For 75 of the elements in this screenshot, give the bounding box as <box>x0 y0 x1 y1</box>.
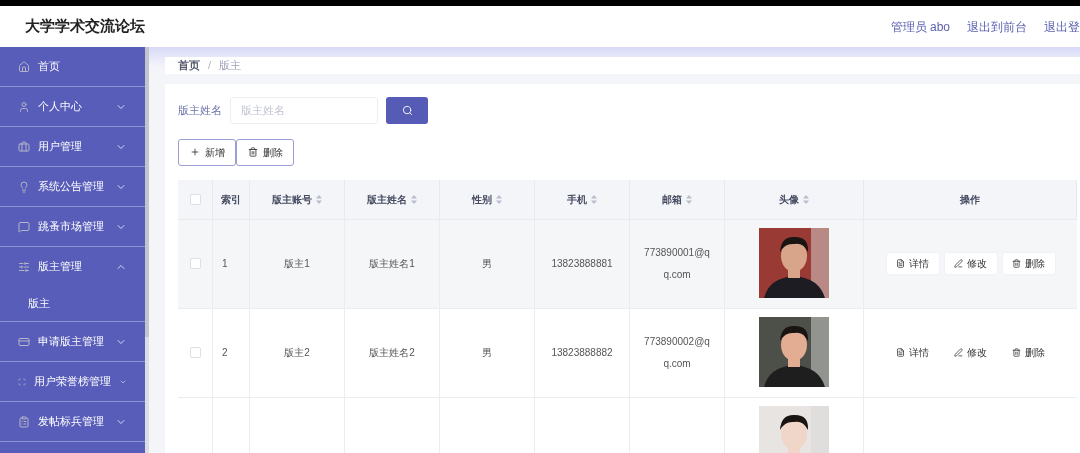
lightbulb-icon <box>18 180 30 193</box>
pen-icon <box>954 259 963 268</box>
sort-icon <box>411 194 417 204</box>
card-icon <box>18 335 30 348</box>
plus-icon <box>189 147 200 157</box>
table-cell-text: 版主姓名1 <box>369 256 415 271</box>
details-button[interactable]: 详情 <box>886 342 939 363</box>
sidebar-item[interactable]: 个人中心 <box>0 87 145 126</box>
checkbox[interactable] <box>189 193 201 205</box>
clipboard-icon <box>18 415 30 428</box>
column-header[interactable]: 性别 <box>472 191 502 207</box>
edit-button[interactable]: 修改 <box>944 342 997 363</box>
trash-icon <box>247 147 258 157</box>
column-header[interactable]: 头像 <box>779 191 809 207</box>
sidebar-item[interactable]: 系统公告管理 <box>0 167 145 206</box>
pen-icon <box>954 348 963 357</box>
sidebar-item[interactable]: 跳蚤市场管理 <box>0 207 145 246</box>
column-header[interactable]: 版主姓名 <box>367 191 417 207</box>
table-cell-text: 13823888881 <box>551 256 613 271</box>
user-icon <box>18 100 30 113</box>
table-cell-text: 版主姓名2 <box>369 345 415 360</box>
table-cell-text: 男 <box>482 256 492 271</box>
submenu-item[interactable]: 版主 <box>0 286 145 321</box>
header-link[interactable]: 管理员 abo <box>890 17 950 36</box>
home-icon <box>18 60 30 73</box>
column-header: 索引 <box>221 192 241 207</box>
delete-button[interactable]: 删除 <box>1002 253 1055 274</box>
sidebar-item[interactable]: 用户管理 <box>0 127 145 166</box>
document-icon <box>896 348 905 357</box>
header-link[interactable]: 退出到前台 <box>967 17 1027 36</box>
breadcrumb-item: 版主 <box>219 58 242 73</box>
details-button[interactable]: 详情 <box>886 253 939 274</box>
search-icon <box>401 104 413 116</box>
table-cell-text: 男 <box>482 345 492 360</box>
table-cell-text: 1 <box>222 256 228 271</box>
field-label: 版主姓名 <box>178 102 222 118</box>
sort-icon <box>591 194 597 204</box>
edit-button[interactable]: 修改 <box>944 253 997 274</box>
sort-icon <box>686 194 692 204</box>
sidebar-item[interactable]: 申请版主管理 <box>0 322 145 361</box>
delete-button[interactable]: 删除 <box>236 138 294 166</box>
sidebar-item[interactable]: 首页 <box>0 47 145 86</box>
chat-icon <box>18 220 30 233</box>
table-cell-text: 13823888882 <box>551 345 613 360</box>
sort-icon <box>496 194 502 204</box>
table-cell-text: 2 <box>222 345 228 360</box>
column-header[interactable]: 邮箱 <box>662 191 692 207</box>
sidebar-item[interactable]: 版主管理 <box>0 247 145 286</box>
site-title: 大学学术交流论坛 <box>25 16 145 37</box>
frame-icon <box>18 375 26 388</box>
search-field[interactable]: 版主姓名 <box>230 96 378 124</box>
checkbox[interactable] <box>189 347 201 358</box>
column-header[interactable]: 手机 <box>567 191 597 207</box>
document-icon <box>896 259 905 268</box>
header-link[interactable]: 退出登 <box>1044 17 1080 36</box>
sort-icon <box>316 194 322 204</box>
delete-button[interactable]: 删除 <box>1002 342 1055 363</box>
column-header[interactable]: 版主账号 <box>272 191 322 207</box>
sliders-icon <box>18 260 30 273</box>
breadcrumb-separator: / <box>208 58 212 73</box>
checkbox[interactable] <box>189 258 201 269</box>
search-button[interactable] <box>386 96 428 124</box>
table-cell-text: 版主2 <box>284 345 310 360</box>
table-cell-text: 773890002@qq.com <box>643 334 711 371</box>
sidebar-item[interactable]: 用户荣誉榜管理 <box>0 362 145 401</box>
sidebar-item[interactable]: 发帖标兵管理 <box>0 402 145 441</box>
briefcase-icon <box>18 140 30 153</box>
trash-icon <box>1012 348 1021 357</box>
trash-icon <box>1012 259 1021 268</box>
breadcrumb-item[interactable]: 首页 <box>178 57 200 74</box>
column-header: 操作 <box>960 192 980 207</box>
sort-icon <box>803 194 809 204</box>
table-cell-text: 773890001@qq.com <box>643 245 711 282</box>
add-button[interactable]: 新增 <box>178 138 236 166</box>
table-cell-text: 版主1 <box>284 256 310 271</box>
